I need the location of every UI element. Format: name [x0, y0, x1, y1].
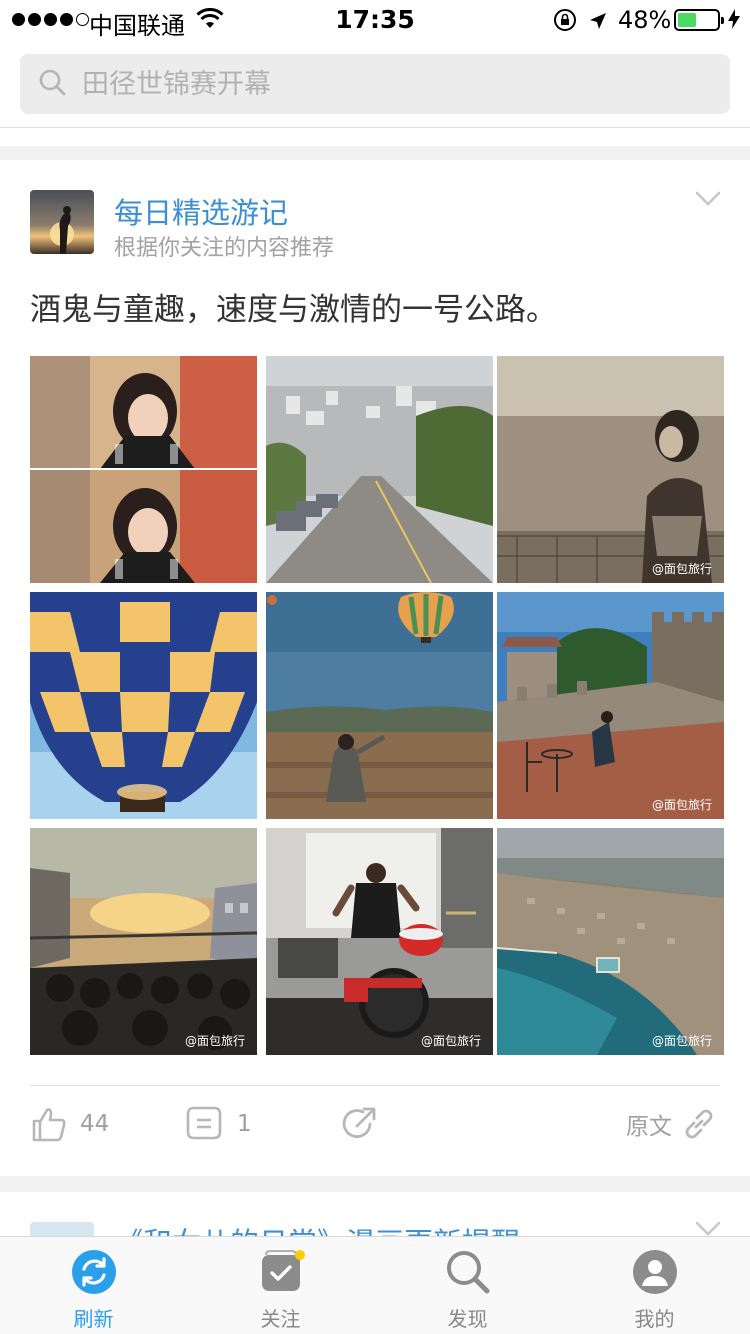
section-divider — [0, 1176, 750, 1192]
search-icon — [38, 68, 66, 100]
tab-discover[interactable]: 发现 — [374, 1237, 561, 1334]
profile-icon — [632, 1249, 678, 1299]
photo-watermark: @面包旅行 — [184, 1034, 245, 1048]
avatar[interactable] — [30, 190, 94, 254]
thumbs-up-icon — [32, 1108, 66, 1142]
location-arrow-icon — [588, 9, 608, 37]
card-subtitle: 根据你关注的内容推荐 — [114, 236, 335, 261]
photo-watermark: @面包旅行 — [651, 798, 712, 812]
tab-refresh[interactable]: 刷新 — [0, 1237, 187, 1334]
photo-woman-by-sea[interactable]: @面包旅行 — [497, 356, 724, 583]
tab-label: 关注 — [260, 1307, 301, 1331]
photo-aerial-coast[interactable]: @面包旅行 — [497, 828, 724, 1055]
comment-button[interactable]: 1 — [185, 1105, 252, 1143]
comment-icon — [186, 1106, 222, 1140]
share-icon — [342, 1107, 376, 1138]
tab-bar: 刷新 关注 发现 我的 — [0, 1236, 750, 1334]
search-input[interactable] — [82, 68, 682, 100]
card-text[interactable]: 酒鬼与童趣，速度与激情的一号公路。 — [30, 284, 720, 329]
like-button[interactable]: 44 — [30, 1105, 109, 1143]
photo-hot-air-balloon[interactable] — [30, 592, 257, 819]
feed-card-next[interactable]: 《和女儿的日常》漫画更新提醒 — [0, 1192, 750, 1242]
photo-street-drummer[interactable]: @面包旅行 — [266, 828, 493, 1055]
badge-dot — [294, 1250, 305, 1260]
charging-bolt-icon — [727, 8, 741, 36]
photo-castle-terrace[interactable]: @面包旅行 — [497, 592, 724, 819]
rotation-lock-icon — [553, 8, 577, 38]
status-bar: 中国联通 17:35 48% — [0, 0, 750, 40]
refresh-icon — [71, 1249, 117, 1299]
discover-icon — [445, 1249, 491, 1299]
section-divider — [0, 146, 750, 160]
link-icon — [685, 1109, 713, 1139]
comment-count: 1 — [237, 1111, 252, 1137]
photo-bus-sunset[interactable]: @面包旅行 — [30, 828, 257, 1055]
photo-watermark: @面包旅行 — [651, 1034, 712, 1048]
tab-label: 我的 — [634, 1307, 675, 1331]
chevron-down-icon[interactable] — [694, 190, 722, 212]
battery-percent: 48% — [618, 6, 672, 34]
photo-woman-dessert[interactable] — [30, 356, 257, 583]
photo-woman-field-balloon[interactable] — [266, 592, 493, 819]
search-header — [0, 40, 750, 128]
like-count: 44 — [80, 1111, 110, 1137]
tab-profile[interactable]: 我的 — [561, 1237, 748, 1334]
card-divider — [30, 1085, 720, 1086]
photo-grid: @面包旅行 @面包旅行 @面包旅行 @面包旅行 @面包旅行 — [30, 356, 724, 1055]
card-actions: 44 1 原文 — [0, 1105, 750, 1155]
tab-label: 发现 — [447, 1307, 488, 1331]
share-button[interactable] — [340, 1105, 378, 1143]
source-label: 原文 — [626, 1114, 672, 1140]
source-link-button[interactable]: 原文 — [626, 1105, 718, 1143]
search-bar[interactable] — [20, 54, 730, 114]
tab-follow[interactable]: 关注 — [187, 1237, 374, 1334]
battery-icon — [674, 9, 724, 31]
photo-watermark: @面包旅行 — [651, 562, 712, 576]
photo-steep-street[interactable] — [266, 356, 493, 583]
tab-label: 刷新 — [73, 1307, 114, 1331]
card-title[interactable]: 每日精选游记 — [114, 190, 288, 232]
feed-card[interactable]: 每日精选游记 根据你关注的内容推荐 酒鬼与童趣，速度与激情的一号公路。 @面包旅… — [0, 160, 750, 1176]
battery-fill — [678, 13, 697, 27]
photo-watermark: @面包旅行 — [420, 1034, 481, 1048]
follow-icon — [256, 1249, 306, 1299]
